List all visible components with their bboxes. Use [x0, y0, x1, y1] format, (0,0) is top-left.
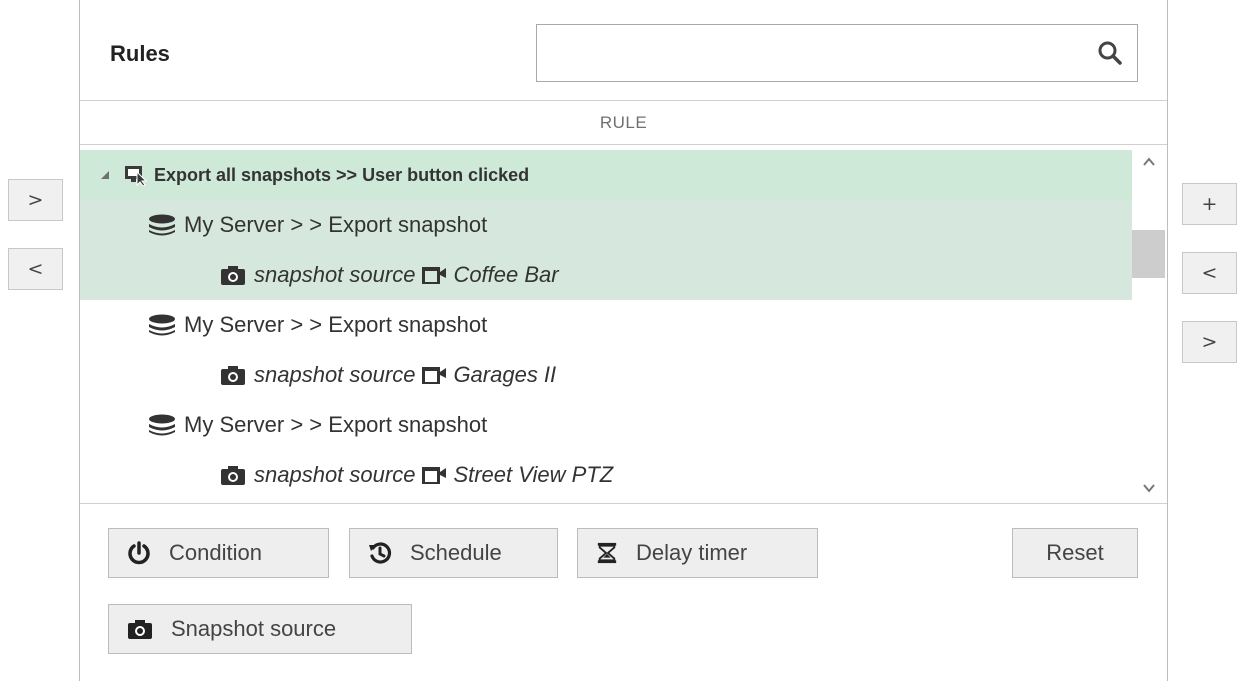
- rule-name: Export all snapshots >> User button clic…: [154, 164, 530, 185]
- expand-triangle-icon[interactable]: [100, 170, 110, 180]
- schedule-button[interactable]: Schedule: [349, 528, 558, 578]
- delay-timer-button[interactable]: Delay timer: [577, 528, 818, 578]
- camera-name: Street View PTZ: [453, 462, 614, 487]
- snapshot-source-label: snapshot source: [254, 262, 416, 287]
- tree-source-row[interactable]: snapshot source Street View PTZ: [80, 450, 1132, 500]
- tree-action-row[interactable]: My Server > > Export snapshot: [80, 300, 1132, 350]
- tree-root-row[interactable]: Export all snapshots >> User button clic…: [80, 150, 1132, 200]
- action-label: My Server > > Export snapshot: [184, 412, 488, 437]
- camera-name: Coffee Bar: [453, 262, 559, 287]
- search-input[interactable]: [536, 24, 1138, 82]
- snapshot-source-label: Snapshot source: [171, 616, 337, 641]
- page-title: Rules: [110, 41, 170, 66]
- rules-tree: Export all snapshots >> User button clic…: [80, 150, 1132, 502]
- user-button-click-icon: [125, 166, 148, 186]
- add-button[interactable]: +: [1182, 183, 1237, 225]
- video-camera-icon: [422, 267, 447, 284]
- tree-source-row[interactable]: snapshot source Garages II: [80, 350, 1132, 400]
- snapshot-source-label: snapshot source: [254, 462, 416, 487]
- snapshot-source-button[interactable]: Snapshot source: [108, 604, 412, 654]
- camera-icon: [221, 366, 245, 385]
- condition-label: Condition: [169, 540, 262, 565]
- video-camera-icon: [422, 367, 447, 384]
- server-stack-icon: [149, 414, 175, 436]
- scroll-down-arrow-icon[interactable]: [1139, 480, 1159, 496]
- reset-button[interactable]: Reset: [1012, 528, 1138, 578]
- camera-icon: [221, 266, 245, 285]
- left-forward-button[interactable]: >: [8, 179, 63, 221]
- tree-action-row[interactable]: My Server > > Export snapshot: [80, 400, 1132, 450]
- server-stack-icon: [149, 314, 175, 336]
- panel-header: Rules: [80, 0, 1167, 101]
- hourglass-icon: [597, 542, 617, 564]
- power-icon: [128, 541, 150, 565]
- camera-icon: [221, 466, 245, 485]
- schedule-label: Schedule: [410, 540, 502, 565]
- tree-action-row[interactable]: My Server > > Export snapshot: [80, 200, 1132, 250]
- action-label: My Server > > Export snapshot: [184, 212, 488, 237]
- history-clock-icon: [369, 542, 392, 564]
- tree-scrollbar[interactable]: [1132, 150, 1165, 502]
- delay-timer-label: Delay timer: [636, 540, 748, 565]
- tree-source-row[interactable]: snapshot source Coffee Bar: [80, 250, 1132, 300]
- scrollbar-thumb[interactable]: [1132, 230, 1165, 278]
- reset-label: Reset: [1046, 540, 1104, 565]
- right-forward-button[interactable]: >: [1182, 321, 1237, 363]
- bottom-toolbar: Condition Schedule Delay timer Reset Sna…: [80, 503, 1167, 681]
- column-header-rule[interactable]: RULE: [80, 101, 1167, 145]
- right-back-button[interactable]: <: [1182, 252, 1237, 294]
- server-stack-icon: [149, 214, 175, 236]
- left-back-button[interactable]: <: [8, 248, 63, 290]
- camera-name: Garages II: [453, 362, 557, 387]
- video-camera-icon: [422, 467, 447, 484]
- camera-icon: [128, 620, 152, 639]
- search-icon[interactable]: [1097, 40, 1123, 66]
- action-label: My Server > > Export snapshot: [184, 312, 488, 337]
- snapshot-source-label: snapshot source: [254, 362, 416, 387]
- scroll-up-arrow-icon[interactable]: [1139, 154, 1159, 170]
- condition-button[interactable]: Condition: [108, 528, 329, 578]
- rules-panel: Rules RULE Export all snapshots >> User …: [79, 0, 1168, 681]
